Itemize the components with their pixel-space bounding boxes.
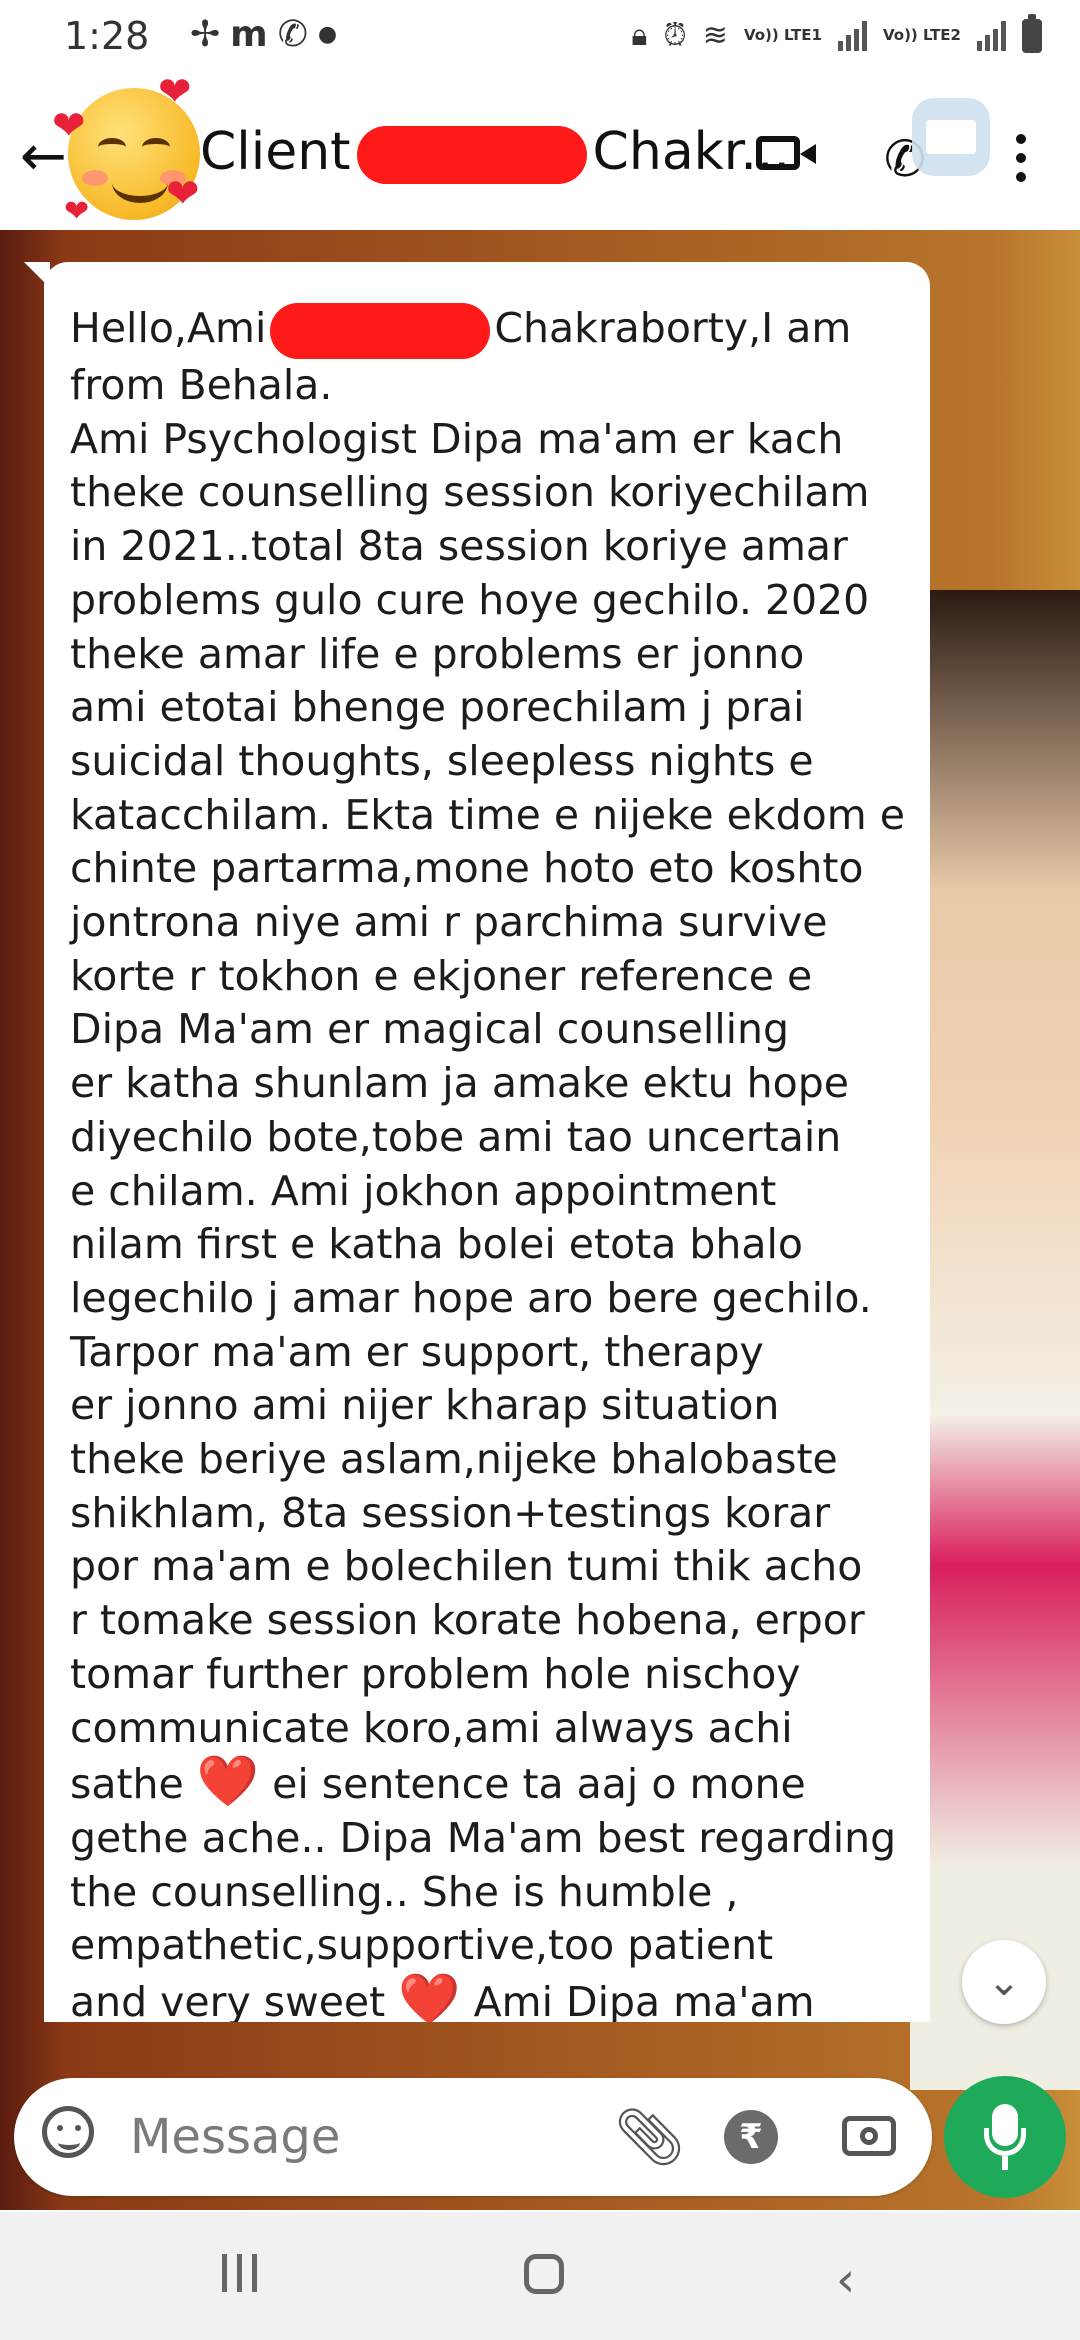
system-nav-bar: ‹ — [0, 2212, 1080, 2340]
book-overlay-icon — [912, 98, 990, 176]
wallpaper-photo — [910, 590, 1080, 2090]
scroll-to-bottom-button[interactable]: ⌄ — [962, 1940, 1046, 2024]
heart-icon: ❤ — [158, 69, 192, 115]
back-chevron-icon[interactable]: ‹ — [836, 2252, 855, 2308]
home-icon[interactable] — [524, 2254, 564, 2294]
m-icon: m — [230, 14, 268, 55]
message-body-1: Ami Psychologist Dipa ma'am er kach thek… — [70, 414, 905, 1809]
message-input[interactable] — [128, 2106, 572, 2168]
redaction-mark — [356, 126, 587, 184]
signal-icon — [837, 20, 867, 51]
signal-icon-2 — [977, 20, 1006, 51]
alarm-icon: ⏰︎ — [663, 18, 687, 53]
status-time: 1:28 — [64, 14, 150, 58]
message-body-3: Ami Dipa ma'am — [473, 1978, 815, 2022]
attach-paperclip-icon[interactable]: 📎︎ — [614, 2104, 685, 2170]
wifi-icon: ≋ — [702, 18, 728, 53]
recent-apps-icon[interactable] — [222, 2254, 257, 2292]
video-call-icon[interactable] — [756, 136, 816, 170]
emoji-icon[interactable] — [42, 2106, 94, 2158]
message-composer: 📎︎ ₹ — [14, 2078, 932, 2196]
voice-message-button[interactable] — [944, 2076, 1066, 2198]
lock-icon: 🔒︎ — [631, 18, 648, 53]
more-options-icon[interactable] — [1016, 134, 1026, 191]
message-bubble[interactable]: Hello,Ami Chakraborty,I am from Behala. A… — [44, 262, 930, 2022]
double-chevron-down-icon: ⌄ — [987, 1959, 1021, 2005]
greeting-prefix: Hello,Ami — [70, 304, 267, 352]
contact-name[interactable]: Client Chakr... — [200, 122, 790, 184]
chat-header: ← ❤ ❤ ❤ ❤ Client Chakr... ✆ — [0, 72, 1080, 230]
status-bar: 1:28 ✢ m ✆ ● 🔒︎ ⏰︎ ≋ Vo)) LTE1 Vo)) LTE2 — [0, 0, 1080, 80]
battery-icon — [1022, 13, 1042, 53]
contact-name-prefix: Client — [200, 122, 351, 182]
sim2-label: Vo)) LTE2 — [882, 26, 961, 44]
message-text: Hello,Ami Chakraborty,I am from Behala. A… — [70, 302, 910, 2022]
notification-icons: ✢ m ✆ ● — [190, 14, 337, 55]
dot-icon: ● — [317, 22, 338, 47]
redaction-mark — [270, 303, 491, 359]
pinwheel-icon: ✢ — [190, 14, 221, 55]
camera-icon[interactable] — [842, 2116, 896, 2156]
heart-icon: ❤ — [166, 171, 200, 217]
heart-emoji-icon: ❤️ — [196, 1752, 260, 1811]
system-icons: 🔒︎ ⏰︎ ≋ Vo)) LTE1 Vo)) LTE2 — [631, 13, 1042, 53]
whatsapp-icon: ✆ — [277, 14, 308, 55]
avatar[interactable]: ❤ ❤ ❤ ❤ — [52, 72, 218, 229]
heart-emoji-icon: ❤️ — [398, 1970, 461, 2022]
heart-icon: ❤ — [52, 103, 86, 149]
sim1-label: Vo)) LTE1 — [743, 26, 822, 44]
heart-icon: ❤ — [64, 194, 90, 229]
chat-area[interactable]: Hello,Ami Chakraborty,I am from Behala. A… — [0, 230, 1080, 2210]
payment-rupee-icon[interactable]: ₹ — [724, 2110, 778, 2164]
